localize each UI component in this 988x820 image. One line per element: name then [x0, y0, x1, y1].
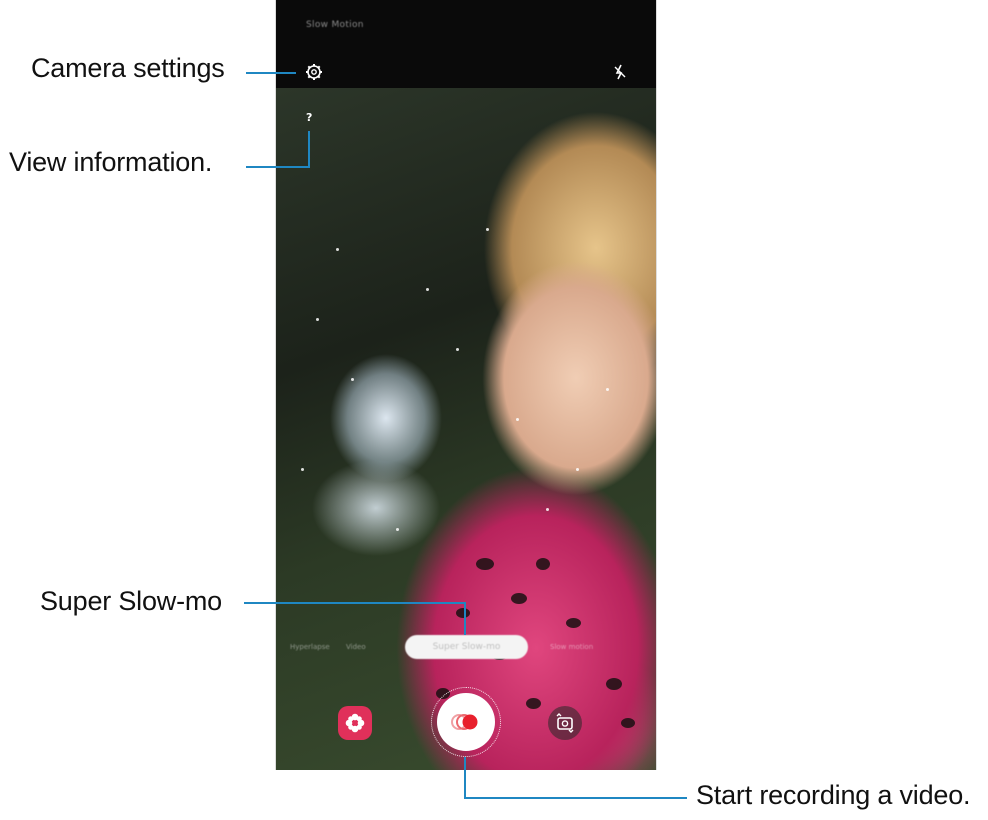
- callout-start-recording: Start recording a video.: [696, 780, 971, 810]
- callout-line-start-recording-vertical: [464, 757, 466, 799]
- bixby-vision-icon[interactable]: [338, 706, 372, 740]
- callout-view-information: View information.: [9, 147, 213, 177]
- callout-camera-settings: Camera settings: [31, 53, 225, 83]
- mode-title: Slow Motion: [306, 20, 364, 30]
- mode-option-slow-motion[interactable]: Slow motion: [550, 643, 593, 651]
- record-button[interactable]: [437, 693, 495, 751]
- camera-top-bar: Slow Motion: [276, 0, 656, 88]
- gear-icon[interactable]: [303, 61, 325, 83]
- camera-viewfinder: [276, 88, 656, 770]
- callout-line-super-slow-mo: [244, 602, 466, 604]
- super-slow-mo-record-icon: [451, 714, 478, 730]
- info-icon[interactable]: ?: [306, 111, 312, 124]
- callout-super-slow-mo: Super Slow-mo: [40, 586, 222, 616]
- mode-option-video[interactable]: Video: [346, 643, 366, 651]
- callout-line-super-slow-mo-vertical: [464, 602, 466, 635]
- callout-line-start-recording: [464, 797, 687, 799]
- flash-off-icon[interactable]: [609, 61, 631, 83]
- callout-line-view-information: [246, 166, 310, 168]
- callout-line-camera-settings: [246, 72, 296, 74]
- switch-camera-icon[interactable]: [548, 706, 582, 740]
- camera-screen: Slow Motion ? Hyperlapse Video Super Slo…: [275, 0, 657, 770]
- callout-line-view-information-vertical: [308, 131, 310, 168]
- mode-super-slow-mo[interactable]: Super Slow-mo: [405, 635, 528, 659]
- mode-option-hyperlapse[interactable]: Hyperlapse: [290, 643, 330, 651]
